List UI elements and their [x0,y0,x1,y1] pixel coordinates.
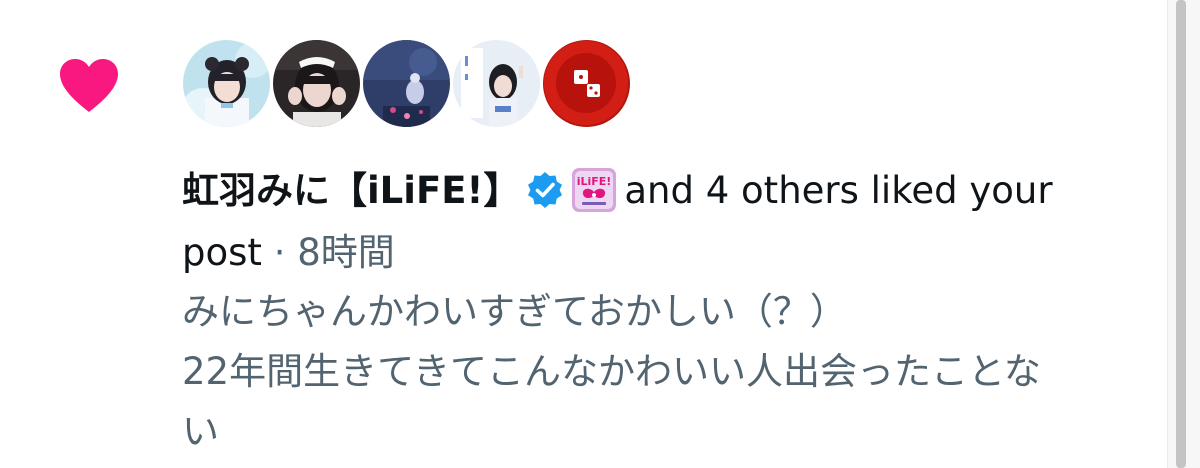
avatar[interactable] [273,40,360,127]
like-notification[interactable]: 虹羽みに【iLiFE!】 iLiFE! and 4 others liked y… [0,0,1168,468]
scrollbar[interactable] [1167,0,1200,468]
avatar-user-3-icon [363,40,450,127]
post-preview[interactable]: みにちゃんかわいすぎておかしい（？） 22年間生きてきてこんなかわいい人出会った… [182,282,1157,462]
separator: · [273,231,286,274]
avatar-user-4-icon [453,40,540,127]
avatar-user-5-icon [543,40,630,127]
svg-text:iLiFE!: iLiFE! [577,175,612,188]
scrollbar-thumb[interactable] [1176,0,1186,468]
heart-icon [60,59,118,112]
liker-avatars [183,40,630,127]
avatar[interactable] [363,40,450,127]
username-link[interactable]: 虹羽みに【iLiFE!】 [182,169,520,212]
post-line: い [182,410,219,453]
avatar-user-2-icon [273,40,360,127]
avatar[interactable] [543,40,630,127]
avatar[interactable] [183,40,270,127]
notification-headline: 虹羽みに【iLiFE!】 iLiFE! and 4 others liked y… [182,160,1142,284]
avatar-user-1-icon [183,40,270,127]
post-line: みにちゃんかわいすぎておかしい（？） [182,290,847,333]
iLiFE-label-icon[interactable]: iLiFE! [572,168,617,212]
verified-icon [528,172,563,208]
post-line: 22年間生きてきてこんなかわいい人出会ったことな [182,350,1041,393]
avatar[interactable] [453,40,540,127]
timestamp[interactable]: 8時間 [297,231,395,274]
